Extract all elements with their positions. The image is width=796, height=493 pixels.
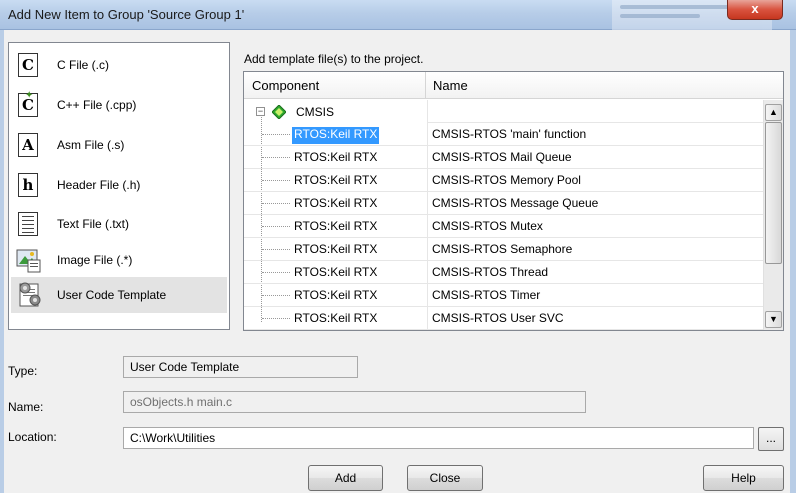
table-row[interactable]: RTOS:Keil RTX CMSIS-RTOS 'main' function	[244, 123, 763, 146]
window-title: Add New Item to Group 'Source Group 1'	[8, 7, 245, 22]
row-component: RTOS:Keil RTX	[294, 150, 378, 164]
window-frame-right	[790, 30, 796, 493]
row-name-cell: CMSIS-RTOS Semaphore	[427, 238, 763, 261]
type-label: Type:	[8, 364, 38, 378]
tree-branch	[262, 295, 290, 296]
file-type-image[interactable]: Image File (.*)	[11, 242, 227, 278]
row-component: RTOS:Keil RTX	[294, 242, 378, 256]
close-button[interactable]: Close	[407, 465, 483, 491]
row-component: RTOS:Keil RTX	[294, 288, 378, 302]
row-name-cell: CMSIS-RTOS User SVC	[427, 307, 763, 330]
row-component: RTOS:Keil RTX	[294, 173, 378, 187]
column-separator[interactable]	[425, 72, 426, 99]
close-window-button[interactable]: x	[727, 0, 783, 20]
table-row[interactable]: RTOS:Keil RTX CMSIS-RTOS Memory Pool	[244, 169, 763, 192]
type-field: User Code Template	[123, 356, 358, 378]
tree-branch	[262, 180, 290, 181]
column-header-name[interactable]: Name	[433, 78, 468, 93]
template-grid[interactable]: Component Name − CMSIS RTOS:Keil RTX CMS…	[243, 71, 784, 331]
file-type-user-code-template[interactable]: User Code Template	[11, 277, 227, 313]
scroll-down-icon[interactable]: ▼	[765, 311, 782, 328]
file-type-label: Text File (.txt)	[57, 217, 130, 231]
cmsis-component-icon	[272, 105, 286, 119]
row-component: RTOS:Keil RTX	[294, 219, 378, 233]
row-name: CMSIS-RTOS User SVC	[432, 311, 564, 325]
row-component: RTOS:Keil RTX	[294, 311, 378, 325]
file-type-label: C File (.c)	[57, 58, 109, 72]
file-type-label: Asm File (.s)	[57, 138, 125, 152]
row-component: RTOS:Keil RTX	[294, 265, 378, 279]
row-name: CMSIS-RTOS Mail Queue	[432, 150, 572, 164]
file-type-text[interactable]: Text File (.txt)	[11, 206, 227, 242]
row-name: CMSIS-RTOS Message Queue	[432, 196, 599, 210]
row-name-cell: CMSIS-RTOS Thread	[427, 261, 763, 284]
file-type-label: Header File (.h)	[57, 178, 141, 192]
row-name-cell: CMSIS-RTOS Message Queue	[427, 192, 763, 215]
file-type-c[interactable]: C C File (.c)	[11, 47, 227, 83]
cpp-file-icon: C ✦	[16, 90, 40, 119]
collapse-toggle-icon[interactable]: −	[256, 107, 265, 116]
row-name-cell: CMSIS-RTOS Memory Pool	[427, 169, 763, 192]
row-name-cell: CMSIS-RTOS Mutex	[427, 215, 763, 238]
file-type-cpp[interactable]: C ✦ C++ File (.cpp)	[11, 87, 227, 123]
tree-branch	[262, 226, 290, 227]
file-type-label: User Code Template	[57, 288, 167, 302]
scroll-thumb[interactable]	[765, 122, 782, 264]
file-type-label: C++ File (.cpp)	[57, 98, 137, 112]
name-field: osObjects.h main.c	[123, 391, 586, 413]
title-bar: Add New Item to Group 'Source Group 1' x	[0, 0, 796, 30]
table-row[interactable]: RTOS:Keil RTX CMSIS-RTOS Mail Queue	[244, 146, 763, 169]
tree-branch	[262, 203, 290, 204]
row-name: CMSIS-RTOS Mutex	[432, 219, 543, 233]
grid-vertical-scrollbar[interactable]: ▲ ▼	[763, 100, 783, 330]
location-input[interactable]: C:\Work\Utilities	[123, 427, 754, 449]
row-name-cell: CMSIS-RTOS Mail Queue	[427, 146, 763, 169]
svg-text:✦: ✦	[25, 90, 33, 101]
asm-file-icon: A	[16, 131, 40, 159]
row-component: RTOS:Keil RTX	[294, 196, 378, 210]
scroll-up-icon[interactable]: ▲	[765, 104, 782, 121]
row-name-cell: CMSIS-RTOS Timer	[427, 284, 763, 307]
name-label: Name:	[8, 400, 44, 414]
row-name: CMSIS-RTOS Timer	[432, 288, 541, 302]
table-row[interactable]: RTOS:Keil RTX CMSIS-RTOS Semaphore	[244, 238, 763, 261]
row-component: RTOS:Keil RTX	[292, 127, 380, 144]
row-name: CMSIS-RTOS Thread	[432, 265, 549, 279]
tree-group-cmsis[interactable]: CMSIS	[296, 105, 334, 119]
table-row[interactable]: RTOS:Keil RTX CMSIS-RTOS Mutex	[244, 215, 763, 238]
file-type-label: Image File (.*)	[57, 253, 133, 267]
help-button[interactable]: Help	[703, 465, 784, 491]
table-row[interactable]: RTOS:Keil RTX CMSIS-RTOS Message Queue	[244, 192, 763, 215]
file-type-asm[interactable]: A Asm File (.s)	[11, 127, 227, 163]
row-name: CMSIS-RTOS Memory Pool	[432, 173, 581, 187]
c-file-icon: C	[16, 51, 40, 79]
template-caption: Add template file(s) to the project.	[244, 52, 424, 66]
user-code-template-icon	[16, 281, 41, 309]
table-row[interactable]: RTOS:Keil RTX CMSIS-RTOS User SVC	[244, 307, 763, 330]
table-row[interactable]: RTOS:Keil RTX CMSIS-RTOS Thread	[244, 261, 763, 284]
text-file-icon	[16, 210, 40, 238]
group-row-name-cell	[427, 100, 763, 123]
image-file-icon	[16, 246, 41, 274]
tree-branch	[262, 157, 290, 158]
tree-branch	[262, 272, 290, 273]
grid-header: Component Name	[244, 72, 783, 99]
window-frame-left	[0, 30, 4, 493]
file-type-header[interactable]: h Header File (.h)	[11, 167, 227, 203]
header-file-icon: h	[16, 171, 40, 199]
row-name-cell: CMSIS-RTOS 'main' function	[427, 123, 763, 146]
row-name: CMSIS-RTOS Semaphore	[432, 242, 573, 256]
location-label: Location:	[8, 430, 57, 444]
tree-branch	[262, 318, 290, 319]
column-header-component[interactable]: Component	[252, 78, 319, 93]
browse-button[interactable]: ...	[758, 427, 784, 451]
file-type-list[interactable]: C C File (.c) C ✦ C++ File (.cpp) A Asm …	[8, 42, 230, 330]
row-name: CMSIS-RTOS 'main' function	[432, 127, 587, 141]
table-row[interactable]: RTOS:Keil RTX CMSIS-RTOS Timer	[244, 284, 763, 307]
tree-branch	[262, 249, 290, 250]
tree-branch	[262, 134, 290, 135]
add-button[interactable]: Add	[308, 465, 383, 491]
